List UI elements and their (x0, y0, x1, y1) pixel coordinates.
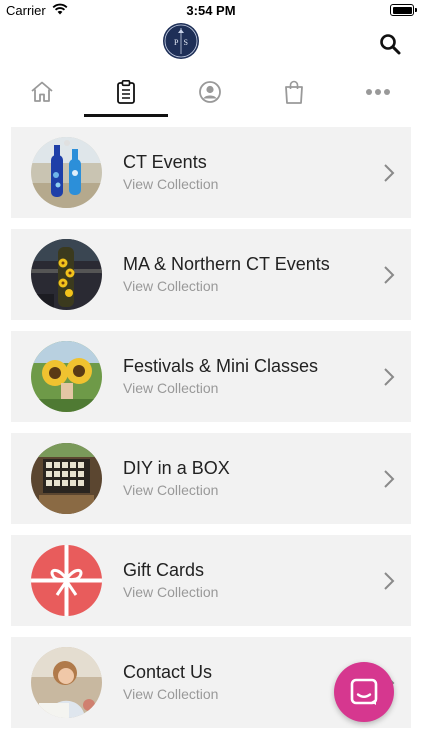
collection-subtitle: View Collection (123, 686, 219, 702)
tab-more[interactable] (336, 68, 420, 116)
collection-thumbnail (31, 647, 102, 718)
tab-cart[interactable] (252, 68, 336, 116)
collection-title: MA & Northern CT Events (123, 254, 330, 274)
shopping-bag-icon (285, 80, 303, 104)
collection-title: Contact Us (123, 662, 213, 682)
collection-thumbnail (31, 545, 102, 616)
status-bar: Carrier 3:54 PM (0, 0, 422, 22)
collection-thumbnail (31, 443, 102, 514)
gift-icon (31, 545, 102, 616)
collection-item-ct-events[interactable]: CT Events View Collection (11, 127, 411, 218)
logo-letter-s: S (184, 38, 188, 47)
tab-collections[interactable] (84, 68, 168, 116)
collection-title: Gift Cards (123, 560, 205, 580)
collection-item-diy-in-a-box[interactable]: DIY in a BOX View Collection (11, 433, 411, 524)
collection-subtitle: View Collection (123, 584, 219, 600)
collection-subtitle: View Collection (123, 278, 219, 294)
collection-item-ma-northern-ct-events[interactable]: MA & Northern CT Events View Collection (11, 229, 411, 320)
tab-account[interactable] (168, 68, 252, 116)
collection-title: CT Events (123, 152, 207, 172)
collection-item-festivals-mini-classes[interactable]: Festivals & Mini Classes View Collection (11, 331, 411, 422)
collection-title: DIY in a BOX (123, 458, 230, 478)
collection-thumbnail (31, 137, 102, 208)
collection-thumbnail (31, 239, 102, 310)
tab-home[interactable] (0, 68, 84, 116)
collection-title: Festivals & Mini Classes (123, 356, 319, 376)
chevron-right-icon (384, 368, 395, 386)
logo-emblem: P S (164, 24, 198, 58)
chevron-right-icon (384, 470, 395, 488)
logo-letter-p: P (174, 38, 179, 47)
brand-logo[interactable]: P S (163, 23, 199, 59)
battery-icon (390, 4, 417, 16)
collection-subtitle: View Collection (123, 482, 219, 498)
user-icon (199, 81, 221, 103)
clipboard-icon (117, 79, 135, 104)
collection-list: CT Events View Collection MA & Northern … (11, 127, 411, 739)
search-icon[interactable] (378, 32, 402, 56)
chevron-right-icon (384, 572, 395, 590)
chevron-right-icon (384, 266, 395, 284)
collection-item-gift-cards[interactable]: Gift Cards View Collection (11, 535, 411, 626)
chat-button[interactable] (334, 662, 394, 722)
chat-icon (350, 678, 378, 705)
home-icon (31, 81, 53, 102)
collection-thumbnail (31, 341, 102, 412)
chevron-right-icon (384, 164, 395, 182)
collection-subtitle: View Collection (123, 380, 219, 396)
tab-bar (0, 68, 422, 118)
status-time: 3:54 PM (186, 3, 236, 18)
active-tab-indicator (84, 114, 168, 117)
more-icon (366, 89, 390, 95)
collection-subtitle: View Collection (123, 176, 219, 192)
